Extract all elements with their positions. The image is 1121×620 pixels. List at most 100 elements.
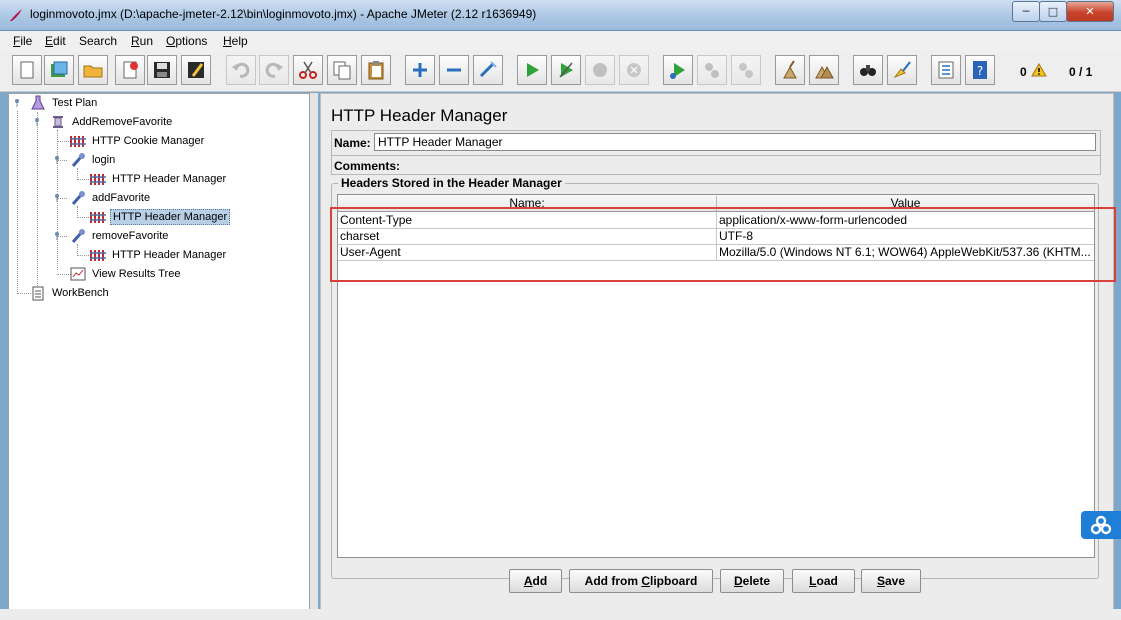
delete-button-mnemonic: D [733,574,743,588]
header-name-cell[interactable]: User-Agent [340,245,714,260]
reset-search-button[interactable] [887,55,917,85]
cut-button[interactable] [293,55,323,85]
minus-icon [447,68,461,72]
toggle-button[interactable] [473,55,503,85]
clear-button[interactable] [775,55,805,85]
status-bar [0,609,1121,620]
tree-node-label: login [92,154,116,166]
remote-shutdown-all-button[interactable] [731,55,761,85]
collapse-all-button[interactable] [439,55,469,85]
config-fence-icon [89,208,107,226]
clear-broom-icon [783,60,797,79]
load-button[interactable]: Load [792,569,855,593]
name-label: Name: [334,136,371,150]
stop-icon [593,63,607,77]
tree-node-remove-favorite[interactable]: removeFavorite [69,227,170,245]
tree-node-view-results-tree[interactable]: View Results Tree [69,265,182,283]
add-from-clipboard-button[interactable]: Add from Clipboard [569,569,713,593]
column-header-name[interactable]: Name: [338,196,717,211]
redo-button[interactable] [259,55,289,85]
help-book-icon: ? [973,61,987,79]
header-name-cell[interactable]: Content-Type [340,213,714,228]
paste-button[interactable] [361,55,391,85]
toolbar: ? 0 0 / 1 [0,51,1121,92]
headers-table: Name: Value Content-Type application/x-w… [337,194,1095,558]
load-button-label: oad [816,574,838,588]
remote-start-all-button[interactable] [663,55,693,85]
tree-line [77,244,78,254]
close-window-button[interactable]: ✕ [1066,1,1114,22]
menu-run[interactable]: Run [131,34,153,48]
warning-icon[interactable] [1031,63,1047,77]
minimize-button[interactable]: ─ [1012,1,1040,22]
tree-node-thread-group[interactable]: AddRemoveFavorite [49,113,174,131]
stop-button[interactable] [585,55,615,85]
remote-stop-all-button[interactable] [697,55,727,85]
name-input[interactable] [374,133,1096,151]
remote-stop-icon [705,63,719,78]
help-button[interactable]: ? [965,55,995,85]
expand-handle-icon[interactable] [53,194,61,202]
menu-help[interactable]: Help [223,34,248,48]
start-button[interactable] [517,55,547,85]
menu-file[interactable]: File [13,34,32,48]
clear-all-button[interactable] [809,55,839,85]
tree-node-login[interactable]: login [69,151,117,169]
menu-file-label: ile [20,34,33,48]
save-as-button[interactable] [181,55,211,85]
menu-search[interactable]: Search [79,34,117,48]
save-toolbar-button[interactable] [147,55,177,85]
menu-edit[interactable]: Edit [45,34,66,48]
function-helper-button[interactable] [931,55,961,85]
tree-node-workbench[interactable]: WorkBench [29,284,111,302]
menu-run-label: un [139,34,154,48]
expand-handle-icon[interactable] [13,99,21,107]
undo-icon [232,62,250,78]
save-button-mnemonic: S [876,574,885,588]
open-button[interactable] [78,55,108,85]
new-button[interactable] [12,55,42,85]
tree-line [17,111,18,294]
delete-button[interactable]: Delete [720,569,784,593]
side-widget[interactable] [1081,511,1121,539]
tree-node-label: removeFavorite [92,230,169,242]
tree-node-header-manager-remove-favorite[interactable]: HTTP Header Manager [89,246,228,264]
toggle-wand-icon [479,61,497,78]
tree-node-cookie-manager[interactable]: HTTP Cookie Manager [69,132,206,150]
tree-node-add-favorite[interactable]: addFavorite [69,189,152,207]
header-value-cell[interactable]: Mozilla/5.0 (Windows NT 6.1; WOW64) Appl… [719,245,1091,260]
header-name-cell[interactable]: charset [340,229,714,244]
column-separator [716,212,717,260]
shutdown-button[interactable] [619,55,649,85]
search-button[interactable] [853,55,883,85]
undo-button[interactable] [226,55,256,85]
expand-handle-icon[interactable] [53,156,61,164]
header-value-cell[interactable]: application/x-www-form-urlencoded [719,213,1091,228]
tree-line [77,168,78,178]
table-header: Name: Value [338,195,1094,212]
open-folder-icon [83,65,103,78]
save-disk-icon [154,62,170,78]
tree-node-header-manager-login[interactable]: HTTP Header Manager [89,170,228,188]
menu-options[interactable]: Options [166,34,207,48]
tree-node-test-plan[interactable]: Test Plan [29,94,99,112]
expand-handle-icon[interactable] [53,232,61,240]
start-no-pauses-button[interactable] [551,55,581,85]
svg-text:?: ? [977,64,983,78]
column-header-value[interactable]: Value [717,196,1094,211]
add-button-label: dd [532,574,548,588]
expand-all-button[interactable] [405,55,435,85]
expand-handle-icon[interactable] [33,118,41,126]
add-button[interactable]: Add [509,569,562,593]
tree-node-header-manager-add-favorite[interactable]: HTTP Header Manager [89,208,231,226]
remote-shutdown-icon [739,63,753,78]
split-pane-divider[interactable] [310,93,318,609]
copy-button[interactable] [327,55,357,85]
header-value-cell[interactable]: UTF-8 [719,229,1091,244]
save-button[interactable]: Save [861,569,921,593]
headers-group: Headers Stored in the Header Manager Nam… [331,176,1099,579]
maximize-button[interactable]: □ [1039,1,1067,22]
templates-button[interactable] [44,55,74,85]
close-button[interactable] [115,55,145,85]
comments-row[interactable]: Comments: [331,155,1101,175]
